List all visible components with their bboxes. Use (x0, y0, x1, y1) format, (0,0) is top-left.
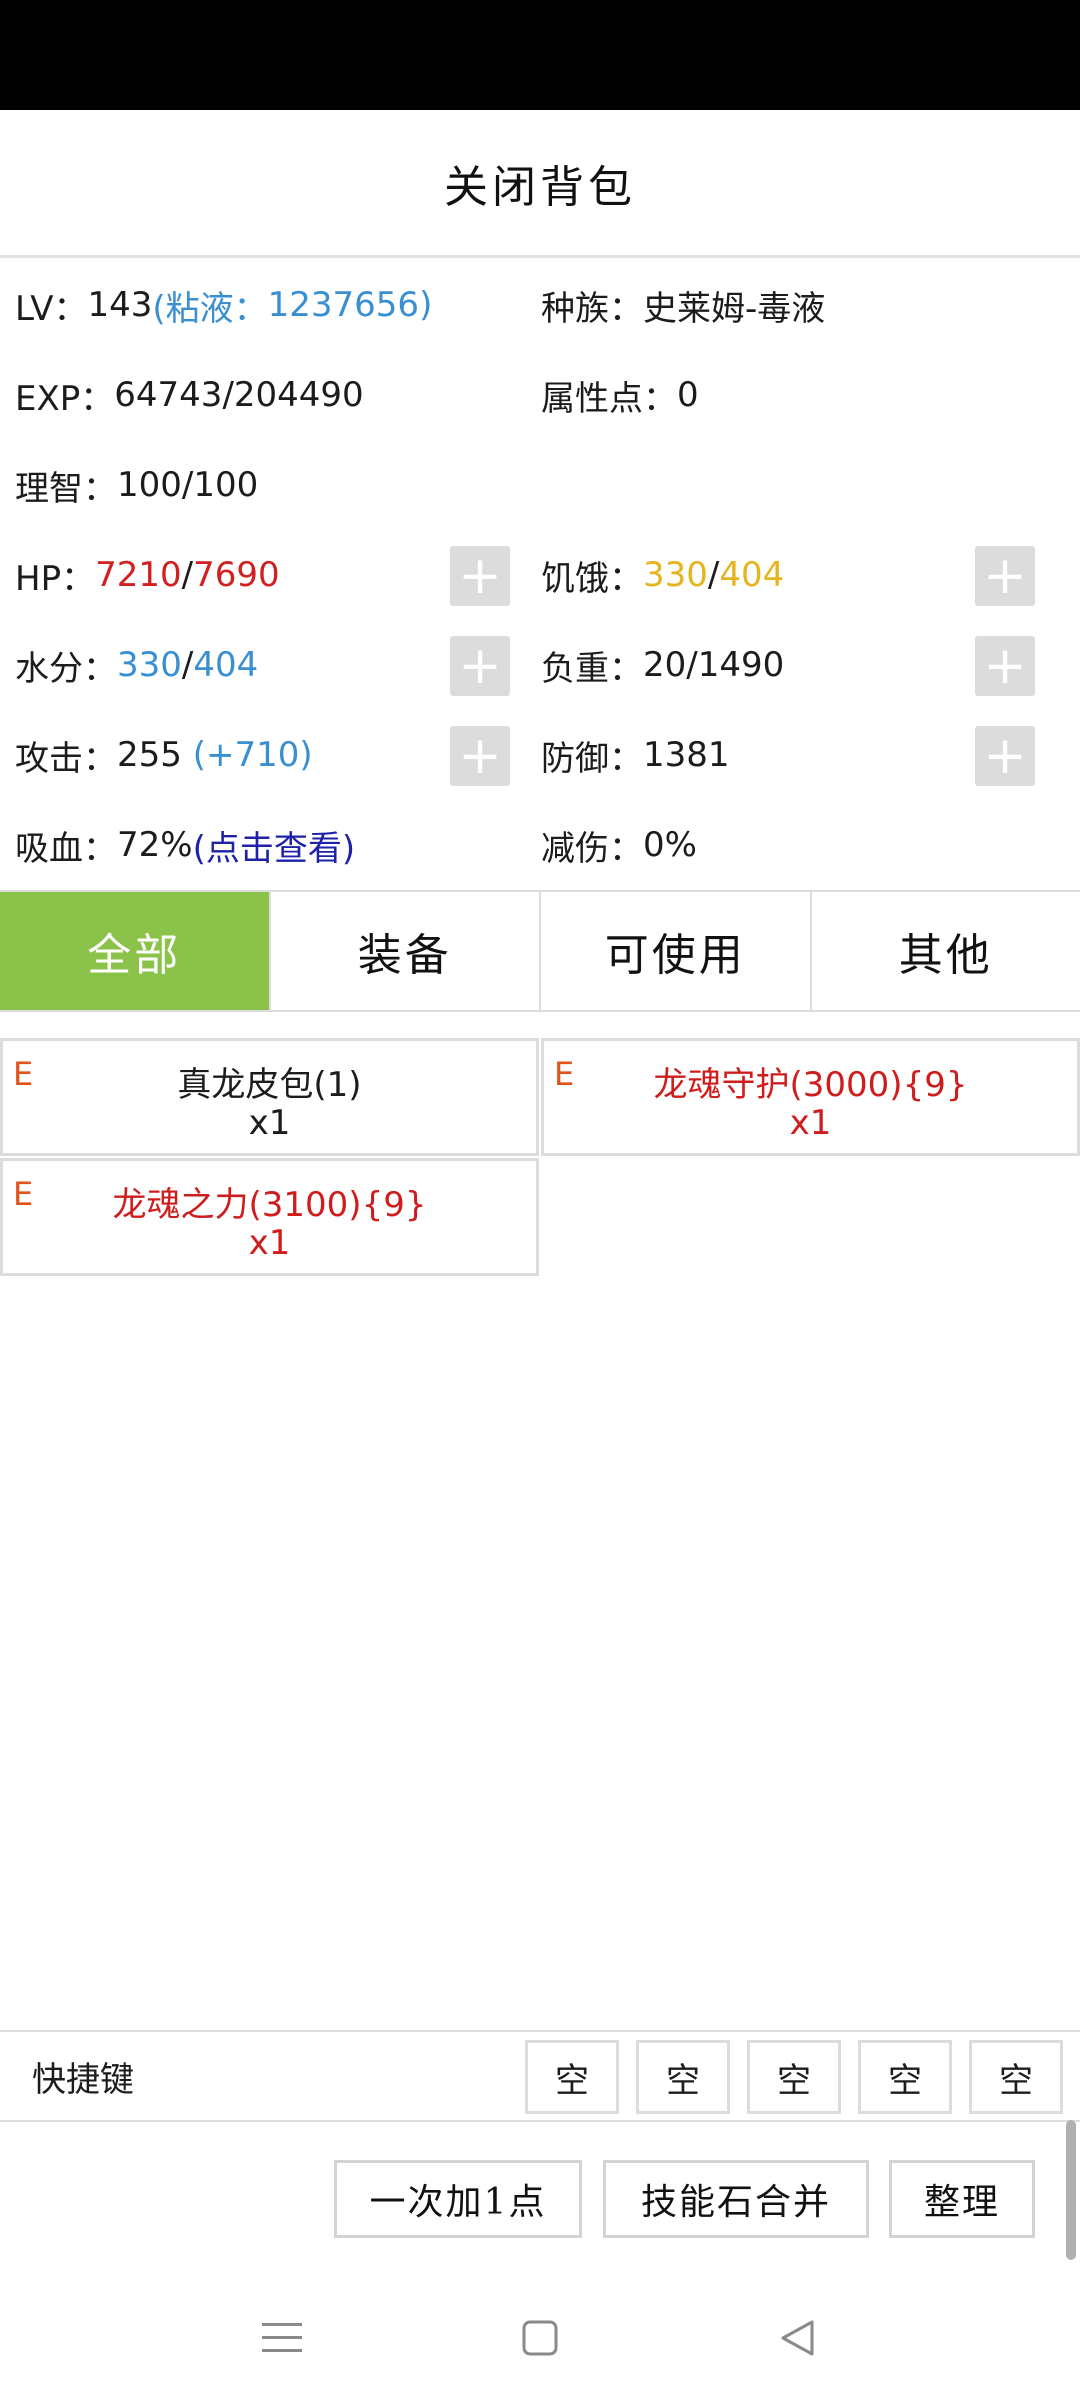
tab-all[interactable]: 全部 (0, 892, 271, 1010)
level-stat: LV： 143 (粘液： 1237656) (15, 285, 433, 329)
attribute-points-stat: 属性点： 0 (541, 375, 699, 419)
stat-row: LV： 143 (粘液： 1237656) 种族： 史莱姆-毒液 (0, 260, 1080, 350)
lifesteal-stat: 吸血： 72% (点击查看) (15, 800, 355, 890)
item-name: 龙魂守护(3000){9} (653, 1065, 968, 1105)
menu-icon (262, 2322, 302, 2352)
item-quantity: x1 (789, 1103, 832, 1143)
merge-skill-stones-button[interactable]: 技能石合并 (603, 2160, 869, 2238)
quick-slot[interactable]: 空 (858, 2040, 952, 2114)
lifesteal-details-link[interactable]: (点击查看) (193, 821, 356, 870)
damage-reduction-stat: 减伤： 0% (541, 825, 697, 869)
slime-value: 1237656 (267, 285, 420, 325)
tab-usable[interactable]: 可使用 (541, 892, 812, 1010)
quick-slot-label: 快捷键 (32, 2059, 134, 2100)
stat-row: 攻击： 255 (+710) + 防御： 1381 + (0, 710, 1080, 800)
add-attack-button[interactable]: + (450, 726, 510, 786)
plus-icon: + (983, 546, 1027, 606)
add-water-button[interactable]: + (450, 636, 510, 696)
add-defense-button[interactable]: + (975, 726, 1035, 786)
load-stat: 负重： 20/1490 (541, 645, 785, 689)
race-stat: 种族： 史莱姆-毒液 (541, 288, 826, 329)
add-hunger-button[interactable]: + (975, 546, 1035, 606)
close-backpack-header[interactable]: 关闭背包 (0, 110, 1080, 258)
item-quantity: x1 (248, 1223, 291, 1263)
plus-icon: + (983, 726, 1027, 786)
quick-slot[interactable]: 空 (525, 2040, 619, 2114)
quick-slot-bar: 快捷键 空 空 空 空 空 (0, 2030, 1080, 2122)
tab-other[interactable]: 其他 (812, 892, 1080, 1010)
sort-button[interactable]: 整理 (889, 2160, 1035, 2238)
character-stats: LV： 143 (粘液： 1237656) 种族： 史莱姆-毒液 EXP： 64743/2… (0, 260, 1080, 890)
close-backpack-title[interactable]: 关闭背包 (444, 151, 636, 215)
defense-stat: 防御： 1381 (541, 735, 730, 779)
tab-equipment[interactable]: 装备 (271, 892, 541, 1010)
quick-slot[interactable]: 空 (747, 2040, 841, 2114)
attack-stat: 攻击： 255 (+710) (15, 735, 313, 779)
scrollbar-thumb[interactable] (1066, 2120, 1076, 2260)
hp-stat: HP： 7210/7690 (15, 555, 280, 599)
stat-row: 水分： 330/404 + 负重： 20/1490 + (0, 620, 1080, 710)
inventory-item[interactable]: E 真龙皮包(1) x1 (0, 1038, 539, 1156)
back-button[interactable] (738, 2275, 858, 2400)
stat-row: EXP： 64743/204490 属性点： 0 (0, 350, 1080, 440)
stat-row: HP： 7210/7690 + 饥饿： 330/404 + (0, 530, 1080, 620)
plus-icon: + (458, 636, 502, 696)
water-stat: 水分： 330/404 (15, 645, 259, 689)
hunger-stat: 饥饿： 330/404 (541, 555, 785, 599)
stat-row: 理智： 100/100 (0, 440, 1080, 530)
home-button[interactable] (480, 2275, 600, 2400)
menu-button[interactable] (222, 2275, 342, 2400)
home-icon (522, 2320, 558, 2355)
quick-slot[interactable]: 空 (969, 2040, 1063, 2114)
back-icon (781, 2320, 814, 2355)
plus-icon: + (458, 546, 502, 606)
item-quantity: x1 (248, 1103, 291, 1143)
add-load-button[interactable]: + (975, 636, 1035, 696)
item-name: 真龙皮包(1) (177, 1065, 362, 1105)
stat-row: 吸血： 72% (点击查看) 减伤： 0% (0, 800, 1080, 890)
sanity-stat: 理智： 100/100 (15, 465, 259, 509)
quick-slot[interactable]: 空 (636, 2040, 730, 2114)
inventory-item[interactable]: E 龙魂之力(3100){9} x1 (0, 1158, 539, 1276)
system-navigation-bar (0, 2275, 1080, 2400)
plus-icon: + (983, 636, 1027, 696)
item-name: 龙魂之力(3100){9} (112, 1185, 427, 1225)
add-one-point-button[interactable]: 一次加1点 (334, 2160, 582, 2238)
exp-stat: EXP： 64743/204490 (15, 375, 364, 419)
add-hp-button[interactable]: + (450, 546, 510, 606)
plus-icon: + (458, 726, 502, 786)
status-bar (0, 0, 1080, 110)
inventory-tabs: 全部 装备 可使用 其他 (0, 890, 1080, 1012)
inventory-item[interactable]: E 龙魂守护(3000){9} x1 (541, 1038, 1080, 1156)
